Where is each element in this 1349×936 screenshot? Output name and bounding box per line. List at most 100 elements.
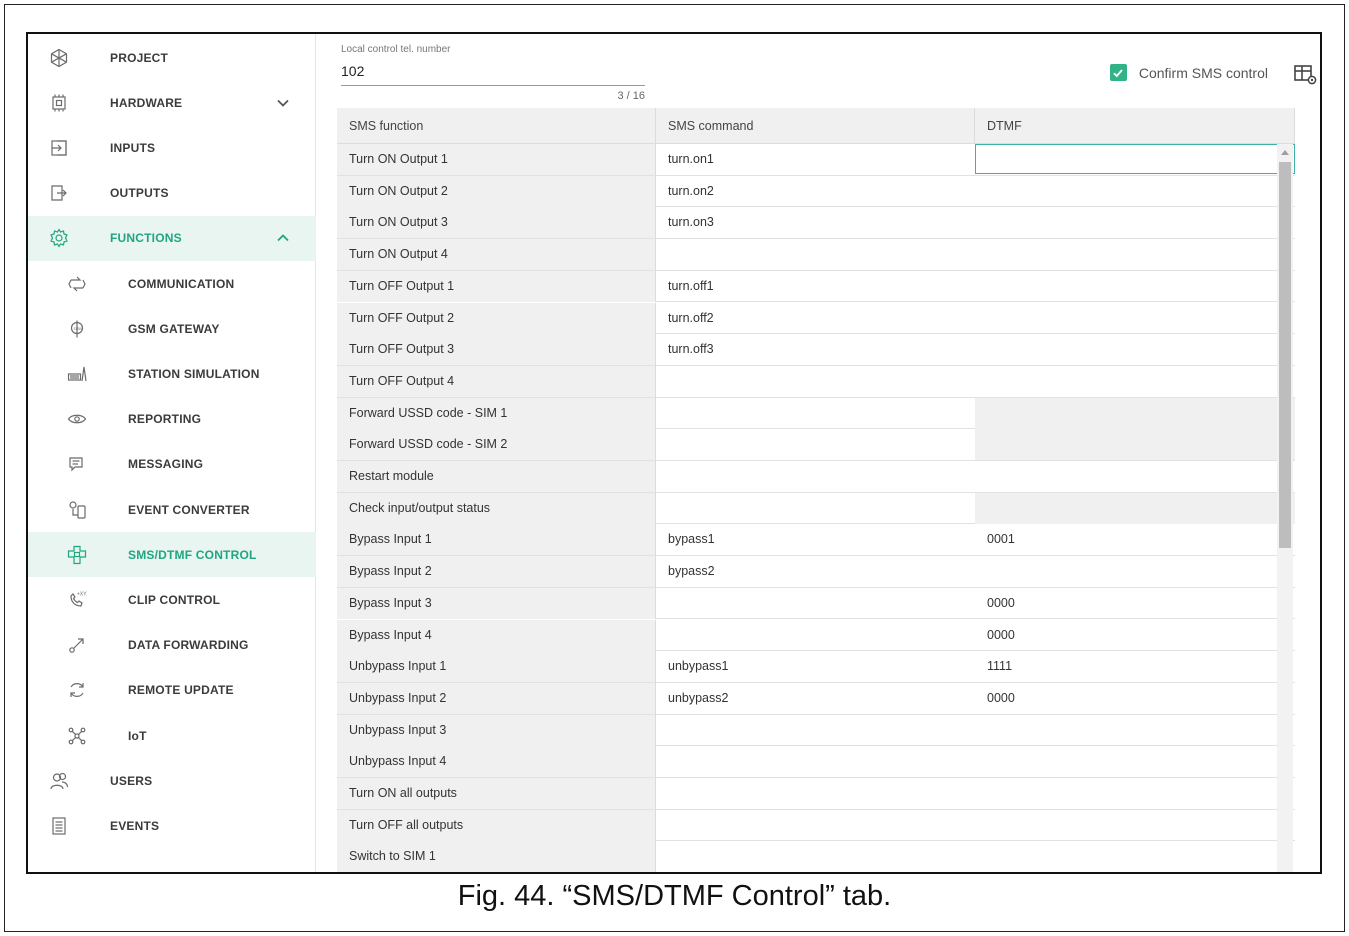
inputs-icon	[48, 137, 70, 159]
sidebar-item-remote-update[interactable]: REMOTE UPDATE	[28, 668, 316, 713]
sms-command-cell[interactable]	[656, 841, 975, 872]
sidebar-item-label: MESSAGING	[128, 457, 204, 472]
column-header-dtmf[interactable]: DTMF	[975, 108, 1295, 144]
dtmf-cell[interactable]	[975, 207, 1295, 238]
sidebar-item-iot[interactable]: IoT	[28, 713, 316, 758]
dtmf-cell[interactable]	[975, 461, 1295, 492]
dtmf-cell[interactable]	[975, 810, 1295, 841]
dtmf-cell[interactable]	[975, 366, 1295, 397]
remote-update-icon	[66, 679, 88, 701]
table-scrollbar[interactable]	[1277, 144, 1293, 872]
scroll-up-arrow-icon[interactable]	[1277, 144, 1293, 160]
sms-function-cell: Turn OFF Output 4	[337, 365, 656, 397]
sidebar-item-events[interactable]: EVENTS	[28, 803, 316, 848]
communication-icon	[66, 273, 88, 295]
svg-text:GSM: GSM	[74, 325, 83, 330]
confirm-sms-checkbox[interactable]	[1109, 64, 1127, 81]
table-row: Turn ON Output 1 turn.on1	[337, 144, 1295, 176]
dtmf-cell[interactable]: 0000	[975, 683, 1295, 714]
sms-command-cell[interactable]: unbypass2	[656, 683, 975, 714]
dtmf-cell[interactable]: 0001	[975, 524, 1295, 555]
table-row: Bypass Input 2 bypass2	[337, 556, 1295, 588]
sidebar-item-outputs[interactable]: OUTPUTS	[28, 171, 316, 216]
column-header-sms-function[interactable]: SMS function	[337, 108, 656, 144]
table-row: Bypass Input 3 0000	[337, 587, 1295, 620]
message-icon	[66, 453, 88, 475]
clip-control-icon: +XYZ	[66, 589, 88, 611]
sidebar-item-project[interactable]: PROJECT	[28, 35, 316, 80]
sidebar-item-clip-control[interactable]: +XYZ CLIP CONTROL	[28, 577, 316, 622]
sms-command-cell[interactable]	[656, 810, 975, 841]
dtmf-cell[interactable]	[975, 239, 1295, 270]
dtmf-cell[interactable]	[975, 556, 1295, 587]
sms-command-cell[interactable]	[656, 429, 975, 460]
sms-command-cell[interactable]: bypass1	[656, 524, 975, 555]
column-header-sms-command[interactable]: SMS command	[656, 108, 975, 144]
app-window: PROJECT HARDWARE INPUTS OUTPUTS FUNCTIONS COM…	[26, 32, 1322, 874]
sidebar-item-label: HARDWARE	[110, 95, 183, 110]
gear-icon	[48, 227, 70, 249]
table-row: Forward USSD code - SIM 1	[337, 397, 1295, 430]
confirm-sms-control[interactable]: Confirm SMS control	[1109, 64, 1268, 81]
sidebar-item-gsm-gateway[interactable]: GSM GSM GATEWAY	[28, 306, 316, 351]
sms-command-cell[interactable]: turn.off1	[656, 271, 975, 302]
sidebar-item-messaging[interactable]: MESSAGING	[28, 442, 316, 487]
dtmf-cell[interactable]	[975, 271, 1295, 302]
station-simulation-icon	[66, 363, 88, 385]
dtmf-cell[interactable]	[975, 746, 1295, 777]
sms-command-cell[interactable]	[656, 366, 975, 397]
sms-command-cell[interactable]: turn.on1	[656, 144, 975, 175]
outputs-icon	[48, 182, 70, 204]
dtmf-cell[interactable]	[975, 715, 1295, 746]
sidebar-item-station-simulation[interactable]: STATION SIMULATION	[28, 351, 316, 396]
dtmf-cell[interactable]: 0000	[975, 620, 1295, 651]
sms-command-cell[interactable]	[656, 715, 975, 746]
sms-command-cell[interactable]	[656, 620, 975, 651]
dtmf-cell[interactable]	[975, 778, 1295, 809]
dtmf-cell[interactable]	[975, 334, 1295, 365]
sms-command-cell[interactable]	[656, 778, 975, 809]
sidebar-item-users[interactable]: USERS	[28, 758, 316, 803]
sidebar-item-label: DATA FORWARDING	[128, 638, 249, 653]
sms-command-cell[interactable]: turn.on2	[656, 176, 975, 207]
dtmf-cell[interactable]: 1111	[975, 651, 1295, 682]
dtmf-cell[interactable]	[975, 841, 1295, 872]
chevron-down-icon[interactable]	[276, 96, 290, 110]
main-panel: Local control tel. number 102 3 / 16 Con…	[317, 34, 1320, 872]
sms-command-cell[interactable]: turn.off2	[656, 303, 975, 334]
sms-command-cell[interactable]: unbypass1	[656, 651, 975, 682]
dtmf-cell[interactable]	[975, 144, 1295, 174]
dtmf-cell[interactable]	[975, 303, 1295, 334]
dtmf-cell	[975, 429, 1295, 461]
sms-command-cell[interactable]	[656, 493, 975, 524]
check-icon	[1113, 68, 1124, 77]
sidebar-item-event-converter[interactable]: EVENT CONVERTER	[28, 487, 316, 532]
sms-command-cell[interactable]: turn.off3	[656, 334, 975, 365]
dtmf-cell[interactable]: 0000	[975, 588, 1295, 619]
sms-function-cell: Turn OFF Output 3	[337, 334, 656, 366]
sms-function-cell: Unbypass Input 1	[337, 651, 656, 683]
sms-command-cell[interactable]	[656, 398, 975, 429]
sidebar-item-communication[interactable]: COMMUNICATION	[28, 261, 316, 306]
sidebar-item-reporting[interactable]: REPORTING	[28, 397, 316, 442]
sidebar-item-label: EVENT CONVERTER	[128, 502, 250, 517]
sms-command-cell[interactable]: bypass2	[656, 556, 975, 587]
sidebar-item-functions[interactable]: FUNCTIONS	[28, 215, 316, 261]
dtmf-cell[interactable]	[975, 176, 1295, 207]
sms-function-cell: Turn ON Output 2	[337, 175, 656, 207]
sidebar-item-hardware[interactable]: HARDWARE	[28, 80, 316, 125]
scroll-thumb[interactable]	[1279, 162, 1291, 548]
sms-command-cell[interactable]: turn.on3	[656, 207, 975, 238]
sms-command-cell[interactable]	[656, 746, 975, 777]
sidebar-item-sms-dtmf-control[interactable]: SMS/DTMF CONTROL	[28, 532, 316, 578]
table-settings-icon[interactable]	[1294, 64, 1318, 86]
sidebar-item-inputs[interactable]: INPUTS	[28, 125, 316, 170]
local-control-number-input[interactable]: 102	[341, 60, 645, 86]
sms-command-cell[interactable]	[656, 588, 975, 619]
table-row: Unbypass Input 3	[337, 714, 1295, 747]
sidebar-item-data-forwarding[interactable]: DATA FORWARDING	[28, 623, 316, 668]
sms-command-cell[interactable]	[656, 239, 975, 270]
chevron-up-icon[interactable]	[276, 231, 290, 245]
table-row: Turn ON Output 4	[337, 239, 1295, 271]
sms-command-cell[interactable]	[656, 461, 975, 492]
